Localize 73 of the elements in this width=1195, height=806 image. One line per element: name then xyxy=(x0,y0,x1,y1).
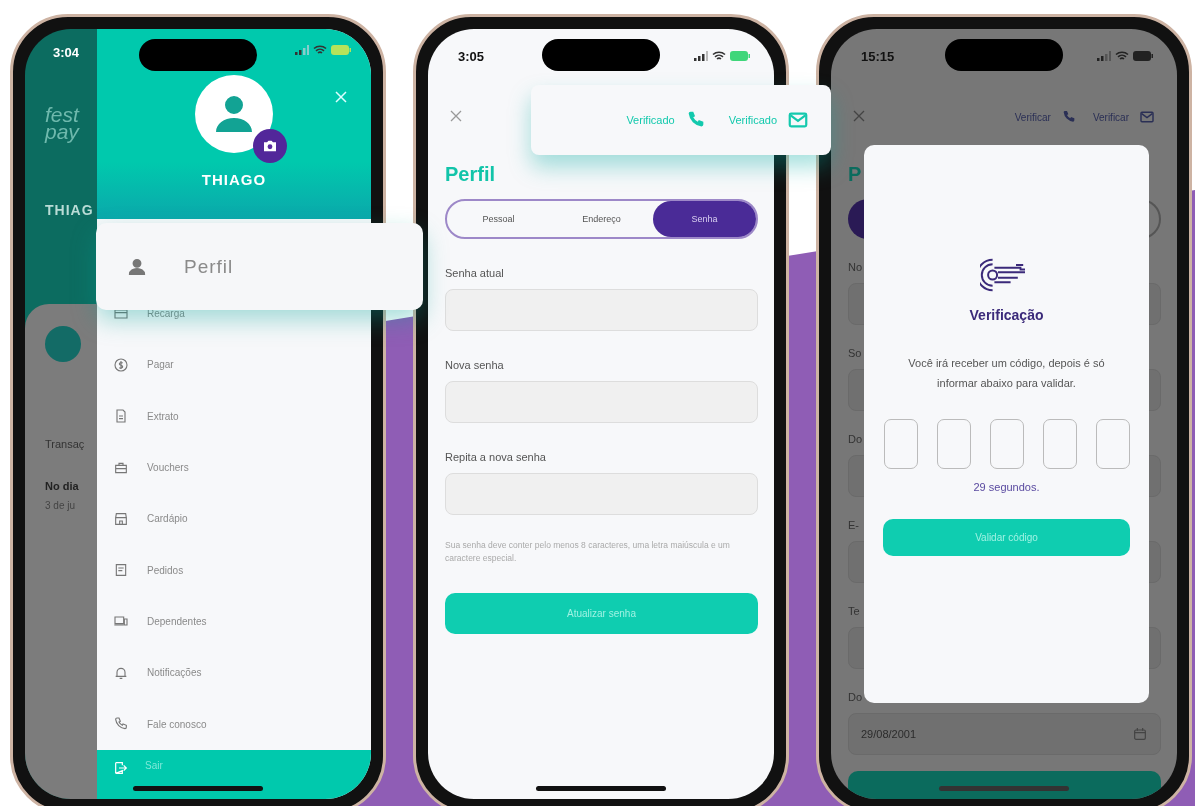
status-time: 3:04 xyxy=(52,44,81,60)
date-field[interactable]: 29/08/2001 xyxy=(848,713,1161,755)
menu-item[interactable]: Perfil xyxy=(96,223,423,310)
wifi-icon xyxy=(313,45,327,55)
calendar-icon xyxy=(1132,726,1148,742)
verification-status: Verificado xyxy=(728,114,777,126)
dialog-title: Verificação xyxy=(969,307,1044,323)
field-label: E- xyxy=(848,519,860,533)
field-label: So xyxy=(848,347,863,361)
verify-link[interactable]: Verificar xyxy=(1092,111,1129,123)
user-name: THIAGO xyxy=(201,171,267,188)
close-icon xyxy=(853,110,865,122)
menu-item[interactable]: Pedidos xyxy=(97,544,371,596)
close-button[interactable] xyxy=(335,91,349,105)
code-digit-field[interactable] xyxy=(1042,419,1077,469)
field-label: Nova senha xyxy=(445,359,505,373)
code-digit-field[interactable] xyxy=(989,419,1024,469)
page-title: Perfil xyxy=(445,163,497,187)
menu-item[interactable]: Cardápio xyxy=(97,493,371,545)
transaction-title: No dia xyxy=(45,480,80,492)
document-icon xyxy=(113,408,129,425)
tab[interactable]: Endereço xyxy=(550,201,653,237)
coin-icon xyxy=(113,356,129,373)
code-digit-field[interactable] xyxy=(883,419,918,469)
field-label: Repita a nova senha xyxy=(445,451,547,465)
field-label: Senha atual xyxy=(445,267,505,281)
wifi-icon xyxy=(712,51,726,61)
menu-item[interactable]: Vouchers xyxy=(97,441,371,494)
countdown-text: 29 segundos. xyxy=(973,481,1040,493)
close-button[interactable] xyxy=(450,110,464,124)
envelope-icon xyxy=(787,109,809,131)
tab[interactable]: Pessoal xyxy=(447,201,550,237)
user-name: THIAG xyxy=(45,202,95,218)
menu-item[interactable]: Dependentes xyxy=(97,595,371,648)
field-label: Do xyxy=(848,691,864,705)
password-field[interactable] xyxy=(445,381,758,423)
code-digit-field[interactable] xyxy=(1095,419,1130,469)
page-title: P xyxy=(848,163,863,187)
close-icon xyxy=(450,110,462,122)
dialog-message: Você irá receber um código, depois é só informar abaixo para validar. xyxy=(907,356,1106,391)
battery-icon xyxy=(730,51,750,61)
password-field[interactable] xyxy=(445,473,758,515)
status-time: 15:15 xyxy=(861,48,895,64)
password-field[interactable] xyxy=(445,289,758,331)
close-icon xyxy=(335,91,347,103)
store-icon xyxy=(113,510,129,527)
verification-status: Verificado xyxy=(626,114,675,126)
list-icon xyxy=(113,562,129,579)
menu-item[interactable]: Extrato xyxy=(97,390,371,442)
battery-icon xyxy=(1133,51,1153,61)
signal-icon xyxy=(1097,51,1111,61)
tab[interactable]: Senha xyxy=(653,201,756,237)
field-label: Te xyxy=(848,605,861,619)
section-title: Transaç xyxy=(45,438,86,450)
envelope-icon xyxy=(1139,109,1155,125)
menu-item[interactable]: Pagar xyxy=(97,339,371,391)
code-digit-field[interactable] xyxy=(936,419,971,469)
signal-icon xyxy=(295,45,309,55)
field-label: Do xyxy=(848,433,864,447)
status-time: 3:05 xyxy=(458,48,485,64)
field-label: No xyxy=(848,261,864,275)
signal-icon xyxy=(694,51,708,61)
battery-icon xyxy=(331,45,351,55)
phone-icon xyxy=(113,716,129,732)
password-hint: Sua senha deve conter pelo menos 8 caracteres, uma letra maiúscula e um caractere especial. xyxy=(445,539,731,565)
menu-item[interactable]: Notificações xyxy=(97,647,371,699)
save-button[interactable] xyxy=(848,771,1161,799)
exit-icon xyxy=(113,759,129,776)
close-button[interactable] xyxy=(853,110,867,124)
verify-link[interactable]: Verificar xyxy=(1014,111,1051,123)
camera-button[interactable] xyxy=(253,129,287,163)
menu-item[interactable]: Fale conosco xyxy=(97,698,371,750)
wifi-icon xyxy=(1115,51,1129,61)
